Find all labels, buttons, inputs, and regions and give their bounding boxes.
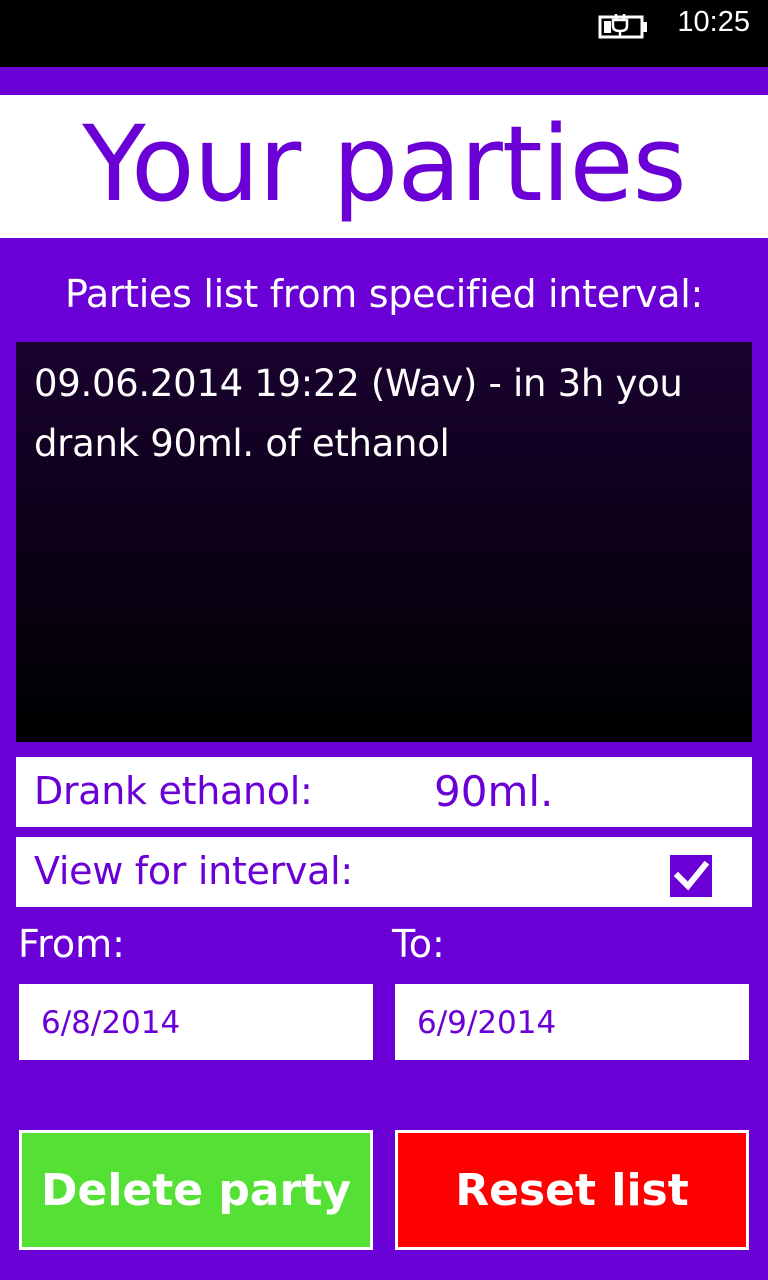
reset-list-button[interactable]: Reset list <box>395 1130 749 1250</box>
title-band: Your parties <box>0 95 768 238</box>
status-bar: 10:25 <box>0 0 768 67</box>
drank-ethanol-label: Drank ethanol: <box>34 769 313 813</box>
view-interval-row[interactable]: View for interval: <box>16 837 752 907</box>
checkmark-icon <box>673 860 710 891</box>
delete-party-button[interactable]: Delete party <box>19 1130 373 1250</box>
drank-ethanol-value: 90ml. <box>434 767 554 816</box>
status-time: 10:25 <box>677 6 750 38</box>
party-list[interactable]: 09.06.2014 19:22 (Wav) - in 3h you drank… <box>16 342 752 742</box>
drank-ethanol-row: Drank ethanol: 90ml. <box>16 757 752 827</box>
to-label: To: <box>392 922 445 966</box>
delete-party-label: Delete party <box>40 1164 352 1216</box>
page-title: Your parties <box>82 102 686 225</box>
view-interval-checkbox[interactable] <box>670 855 712 897</box>
reset-list-label: Reset list <box>455 1164 689 1216</box>
from-label: From: <box>18 922 125 966</box>
view-interval-label: View for interval: <box>34 849 353 893</box>
to-date-input[interactable]: 6/9/2014 <box>395 984 749 1060</box>
battery-charging-icon <box>598 14 647 39</box>
from-date-input[interactable]: 6/8/2014 <box>19 984 373 1060</box>
list-heading: Parties list from specified interval: <box>64 272 704 316</box>
list-item[interactable]: 09.06.2014 19:22 (Wav) - in 3h you drank… <box>34 354 734 474</box>
